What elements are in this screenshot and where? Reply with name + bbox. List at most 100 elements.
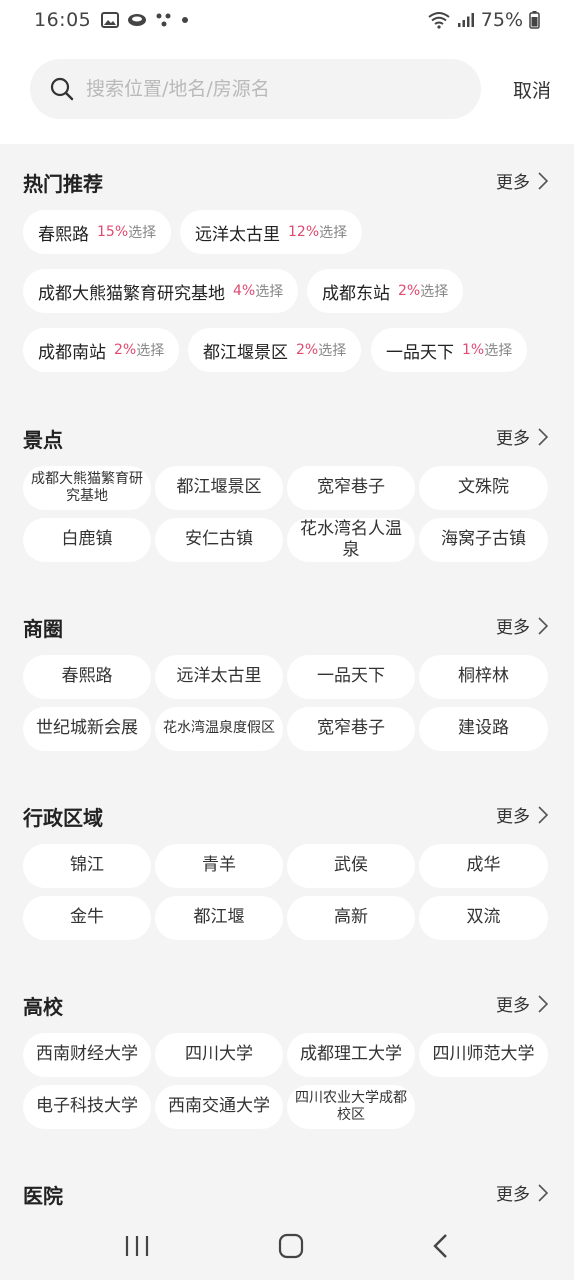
- section-title: 景点: [23, 428, 63, 452]
- section-title: 行政区域: [23, 806, 103, 830]
- college-more-button[interactable]: 更多: [496, 991, 548, 1016]
- battery-percent: 75%: [480, 9, 523, 31]
- scenic-chip[interactable]: 海窝子古镇: [419, 518, 548, 562]
- business-chip[interactable]: 春熙路: [23, 655, 151, 699]
- hot-chip-name: 远洋太古里: [195, 224, 280, 245]
- college-chip[interactable]: 西南交通大学: [155, 1085, 283, 1129]
- status-bar: 16:05 75%: [0, 0, 574, 40]
- more-label: 更多: [496, 429, 530, 449]
- section-title: 高校: [23, 995, 63, 1019]
- hot-chip-name: 春熙路: [38, 224, 89, 245]
- more-label: 更多: [496, 618, 530, 638]
- hot-chip[interactable]: 都江堰景区 2% 选择: [188, 328, 362, 372]
- business-chip[interactable]: 一品天下: [287, 655, 415, 699]
- hot-chip-percent: 2%: [114, 342, 137, 358]
- hot-chip-suffix: 选择: [136, 343, 165, 359]
- search-icon: [50, 77, 74, 101]
- chevron-right-icon: [538, 427, 548, 446]
- gallery-icon: [101, 12, 120, 28]
- district-more-button[interactable]: 更多: [496, 802, 548, 827]
- battery-icon: [529, 11, 540, 29]
- back-icon[interactable]: [432, 1233, 450, 1259]
- college-chip[interactable]: 四川农业大学成都校区: [287, 1085, 415, 1129]
- hot-chip-name: 成都东站: [322, 283, 390, 304]
- section-title: 医院: [23, 1184, 63, 1208]
- scenic-chip[interactable]: 安仁古镇: [155, 518, 283, 562]
- hot-chip-name: 都江堰景区: [203, 342, 288, 363]
- district-chip[interactable]: 青羊: [155, 844, 283, 888]
- business-more-button[interactable]: 更多: [496, 613, 548, 638]
- business-chip[interactable]: 宽窄巷子: [287, 707, 415, 751]
- hot-chip-suffix: 选择: [255, 284, 284, 300]
- hot-chip-name: 成都大熊猫繁育研究基地: [38, 283, 225, 304]
- more-label: 更多: [496, 173, 530, 193]
- district-chip[interactable]: 双流: [419, 896, 548, 940]
- district-chip[interactable]: 高新: [287, 896, 415, 940]
- scenic-chip[interactable]: 宽窄巷子: [287, 466, 415, 510]
- more-label: 更多: [496, 807, 530, 827]
- hot-chip-name: 一品天下: [386, 342, 454, 363]
- hospital-more-button[interactable]: 更多: [496, 1180, 548, 1205]
- more-notifications-icon: [182, 17, 189, 23]
- hot-chip-percent: 4%: [233, 283, 256, 299]
- hot-chip-suffix: 选择: [318, 343, 347, 359]
- section-title: 热门推荐: [23, 172, 103, 196]
- assistant-icon: [156, 13, 171, 27]
- hot-chip-suffix: 选择: [420, 284, 449, 300]
- district-chip[interactable]: 都江堰: [155, 896, 283, 940]
- content-area: 热门推荐 更多 春熙路 15% 选择 远洋太古里 12% 选择 成都大熊猫繁育研究基地 4…: [0, 144, 574, 1212]
- status-time: 16:05: [34, 9, 92, 31]
- college-chip[interactable]: 四川师范大学: [419, 1033, 548, 1077]
- app-notification-icon: [128, 14, 147, 26]
- hot-chip-suffix: 选择: [484, 343, 513, 359]
- business-chip[interactable]: 建设路: [419, 707, 548, 751]
- chevron-right-icon: [538, 616, 548, 635]
- scenic-chip[interactable]: 成都大熊猫繁育研究基地: [23, 466, 151, 510]
- district-chip[interactable]: 武侯: [287, 844, 415, 888]
- district-chip[interactable]: 成华: [419, 844, 548, 888]
- hot-chip-percent: 2%: [296, 342, 319, 358]
- hot-chip[interactable]: 成都大熊猫繁育研究基地 4% 选择: [23, 269, 299, 313]
- chevron-right-icon: [538, 1183, 548, 1202]
- district-chip[interactable]: 锦江: [23, 844, 151, 888]
- district-chip[interactable]: 金牛: [23, 896, 151, 940]
- scenic-chip[interactable]: 花水湾名人温泉: [287, 518, 415, 562]
- hot-chip[interactable]: 成都东站 2% 选择: [307, 269, 464, 313]
- home-icon[interactable]: [278, 1233, 304, 1259]
- college-chip[interactable]: 西南财经大学: [23, 1033, 151, 1077]
- hot-chip[interactable]: 远洋太古里 12% 选择: [180, 210, 363, 254]
- system-nav-bar: [0, 1212, 574, 1280]
- hot-chip[interactable]: 一品天下 1% 选择: [371, 328, 528, 372]
- hot-more-button[interactable]: 更多: [496, 168, 548, 193]
- college-chip[interactable]: 四川大学: [155, 1033, 283, 1077]
- chevron-right-icon: [538, 805, 548, 824]
- system-status: 75%: [427, 9, 540, 31]
- wifi-icon: [428, 12, 450, 29]
- signal-icon: [457, 13, 474, 27]
- hot-chip-percent: 12%: [288, 224, 320, 240]
- section-title: 商圈: [23, 617, 63, 641]
- hot-chip[interactable]: 成都南站 2% 选择: [23, 328, 180, 372]
- search-header: 取消: [0, 40, 574, 144]
- hot-chip-suffix: 选择: [319, 225, 348, 241]
- business-chip[interactable]: 花水湾温泉度假区: [155, 707, 283, 751]
- scenic-chip[interactable]: 白鹿镇: [23, 518, 151, 562]
- cancel-button[interactable]: 取消: [513, 76, 551, 103]
- chevron-right-icon: [538, 171, 548, 190]
- hot-chip[interactable]: 春熙路 15% 选择: [23, 210, 172, 254]
- search-input[interactable]: [86, 78, 446, 100]
- search-box[interactable]: [30, 59, 481, 119]
- scenic-chip[interactable]: 文殊院: [419, 466, 548, 510]
- hot-chip-percent: 15%: [97, 224, 129, 240]
- hot-chip-percent: 1%: [462, 342, 485, 358]
- scenic-more-button[interactable]: 更多: [496, 424, 548, 449]
- business-chip[interactable]: 世纪城新会展: [23, 707, 151, 751]
- college-chip[interactable]: 电子科技大学: [23, 1085, 151, 1129]
- recent-apps-icon[interactable]: [124, 1234, 150, 1258]
- more-label: 更多: [496, 996, 530, 1016]
- business-chip[interactable]: 远洋太古里: [155, 655, 283, 699]
- college-chip[interactable]: 成都理工大学: [287, 1033, 415, 1077]
- business-chip[interactable]: 桐梓林: [419, 655, 548, 699]
- chevron-right-icon: [538, 994, 548, 1013]
- scenic-chip[interactable]: 都江堰景区: [155, 466, 283, 510]
